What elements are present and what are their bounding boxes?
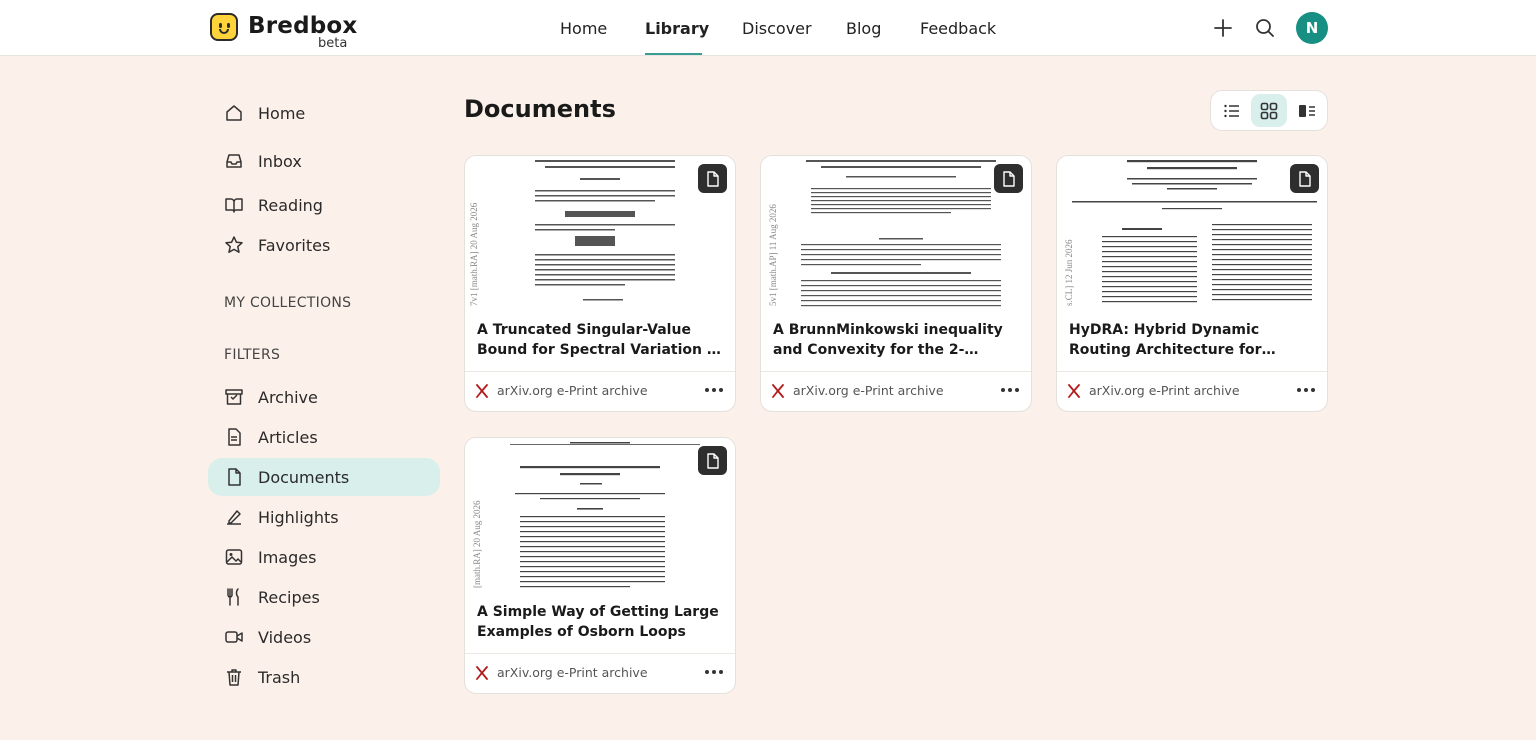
document-thumbnail[interactable]: s.CL] 12 Jun 2026 [1057,156,1327,310]
card-divider [465,653,735,654]
sidebar-item-label: Videos [258,627,312,647]
sidebar-item-articles[interactable]: Articles [208,418,440,456]
more-options-icon[interactable] [703,382,725,398]
sidebar-item-inbox[interactable]: Inbox [208,142,440,180]
document-source: arXiv.org e-Print archive [793,383,944,398]
sidebar-item-label: Archive [258,387,318,407]
document-title[interactable]: A BrunnMinkowski inequality and Convexit… [773,320,1021,360]
search-icon[interactable] [1253,16,1277,40]
home-icon [226,105,242,121]
document-thumbnail[interactable]: 5v1 [math.AP] 11 Aug 2026 [761,156,1031,310]
plus-icon[interactable] [1211,16,1235,40]
sidebar-item-videos[interactable]: Videos [208,618,440,656]
nav-library[interactable]: Library [645,0,709,56]
document-icon [1298,170,1311,187]
sidebar-item-label: Trash [258,667,301,687]
document-icon [1002,170,1015,187]
arxiv-icon [476,666,488,680]
top-bar: Bredbox beta Home Library Discover Blog … [0,0,1536,56]
card-divider [761,371,1031,372]
grid-view-button[interactable] [1251,94,1287,127]
split-view-icon [1299,104,1315,117]
nav-home[interactable]: Home [560,0,607,56]
sidebar-item-label: Highlights [258,507,339,527]
sidebar-item-label: Home [258,103,306,123]
more-options-icon[interactable] [999,382,1021,398]
list-icon [1224,104,1239,117]
user-avatar[interactable]: N [1296,12,1328,44]
document-source: arXiv.org e-Print archive [497,665,648,680]
sidebar-item-favorites[interactable]: Favorites [208,226,440,264]
collections-section-header[interactable]: MY COLLECTIONS [224,295,351,311]
sidebar-item-highlights[interactable]: Highlights [208,498,440,536]
page-title: Documents [464,95,616,123]
arxiv-icon [772,384,784,398]
inbox-icon [226,154,242,168]
card-divider [1057,371,1327,372]
sidebar-item-recipes[interactable]: Recipes [208,578,440,616]
document-title[interactable]: A Simple Way of Getting Large Examples o… [477,602,725,642]
nav-blog[interactable]: Blog [846,0,881,56]
sidebar-item-documents[interactable]: Documents [208,458,440,496]
brand-beta-tag: beta [318,36,348,51]
thumbnail-arxiv-stamp: s.CL] 12 Jun 2026 [1064,239,1074,306]
document-type-badge [994,164,1023,193]
article-icon [228,428,241,446]
document-thumbnail[interactable]: 7v1 [math.RA] 20 Aug 2026 [465,156,735,310]
nav-feedback[interactable]: Feedback [920,0,996,56]
document-card[interactable]: [math.RA] 20 Aug 2026 A Simple Way of Ge… [464,437,736,694]
document-type-badge [698,446,727,475]
bredbox-logo-icon[interactable] [210,13,238,41]
trash-icon [227,669,241,686]
nav-discover[interactable]: Discover [742,0,812,56]
document-card[interactable]: 5v1 [math.AP] 11 Aug 2026 A BrunnMinkows… [760,155,1032,412]
card-divider [465,371,735,372]
sidebar-item-archive[interactable]: Archive [208,378,440,416]
list-view-button[interactable] [1214,94,1250,127]
sidebar-item-label: Recipes [258,587,320,607]
more-options-icon[interactable] [703,664,725,680]
document-type-badge [1290,164,1319,193]
utensils-icon [227,588,239,606]
star-icon [225,236,243,253]
sidebar-item-label: Reading [258,195,323,215]
view-mode-toggle [1210,90,1328,131]
document-type-badge [698,164,727,193]
document-icon [706,452,719,469]
nav-active-indicator [645,53,702,55]
sidebar-item-label: Inbox [258,151,302,171]
grid-icon [1260,102,1278,119]
document-thumbnail[interactable]: [math.RA] 20 Aug 2026 [465,438,735,592]
sidebar-item-home[interactable]: Home [208,94,440,132]
sidebar-item-label: Images [258,547,317,567]
thumbnail-arxiv-stamp: 5v1 [math.AP] 11 Aug 2026 [768,204,778,306]
document-source: arXiv.org e-Print archive [497,383,648,398]
book-open-icon [225,198,243,213]
document-card[interactable]: s.CL] 12 Jun 2026 HyDRA: Hybrid Dynamic … [1056,155,1328,412]
document-title[interactable]: A Truncated Singular-Value Bound for Spe… [477,320,725,360]
sidebar-item-images[interactable]: Images [208,538,440,576]
highlighter-icon [227,510,241,525]
document-source: arXiv.org e-Print archive [1089,383,1240,398]
document-icon [228,468,241,486]
video-icon [225,631,243,643]
document-card[interactable]: 7v1 [math.RA] 20 Aug 2026 A Truncated Si… [464,155,736,412]
document-title[interactable]: HyDRA: Hybrid Dynamic Routing Architectu… [1069,320,1317,360]
image-icon [225,549,243,565]
arxiv-icon [476,384,488,398]
document-icon [706,170,719,187]
arxiv-icon [1068,384,1080,398]
sidebar-item-reading[interactable]: Reading [208,186,440,224]
archive-icon [225,389,243,405]
thumbnail-arxiv-stamp: 7v1 [math.RA] 20 Aug 2026 [469,202,479,306]
detail-view-button[interactable] [1289,94,1325,127]
thumbnail-arxiv-stamp: [math.RA] 20 Aug 2026 [472,500,482,588]
filters-section-header: FILTERS [224,347,281,363]
sidebar-item-label: Documents [258,467,350,487]
sidebar-item-label: Articles [258,427,318,447]
more-options-icon[interactable] [1295,382,1317,398]
sidebar-item-trash[interactable]: Trash [208,658,440,696]
sidebar-item-label: Favorites [258,235,331,255]
